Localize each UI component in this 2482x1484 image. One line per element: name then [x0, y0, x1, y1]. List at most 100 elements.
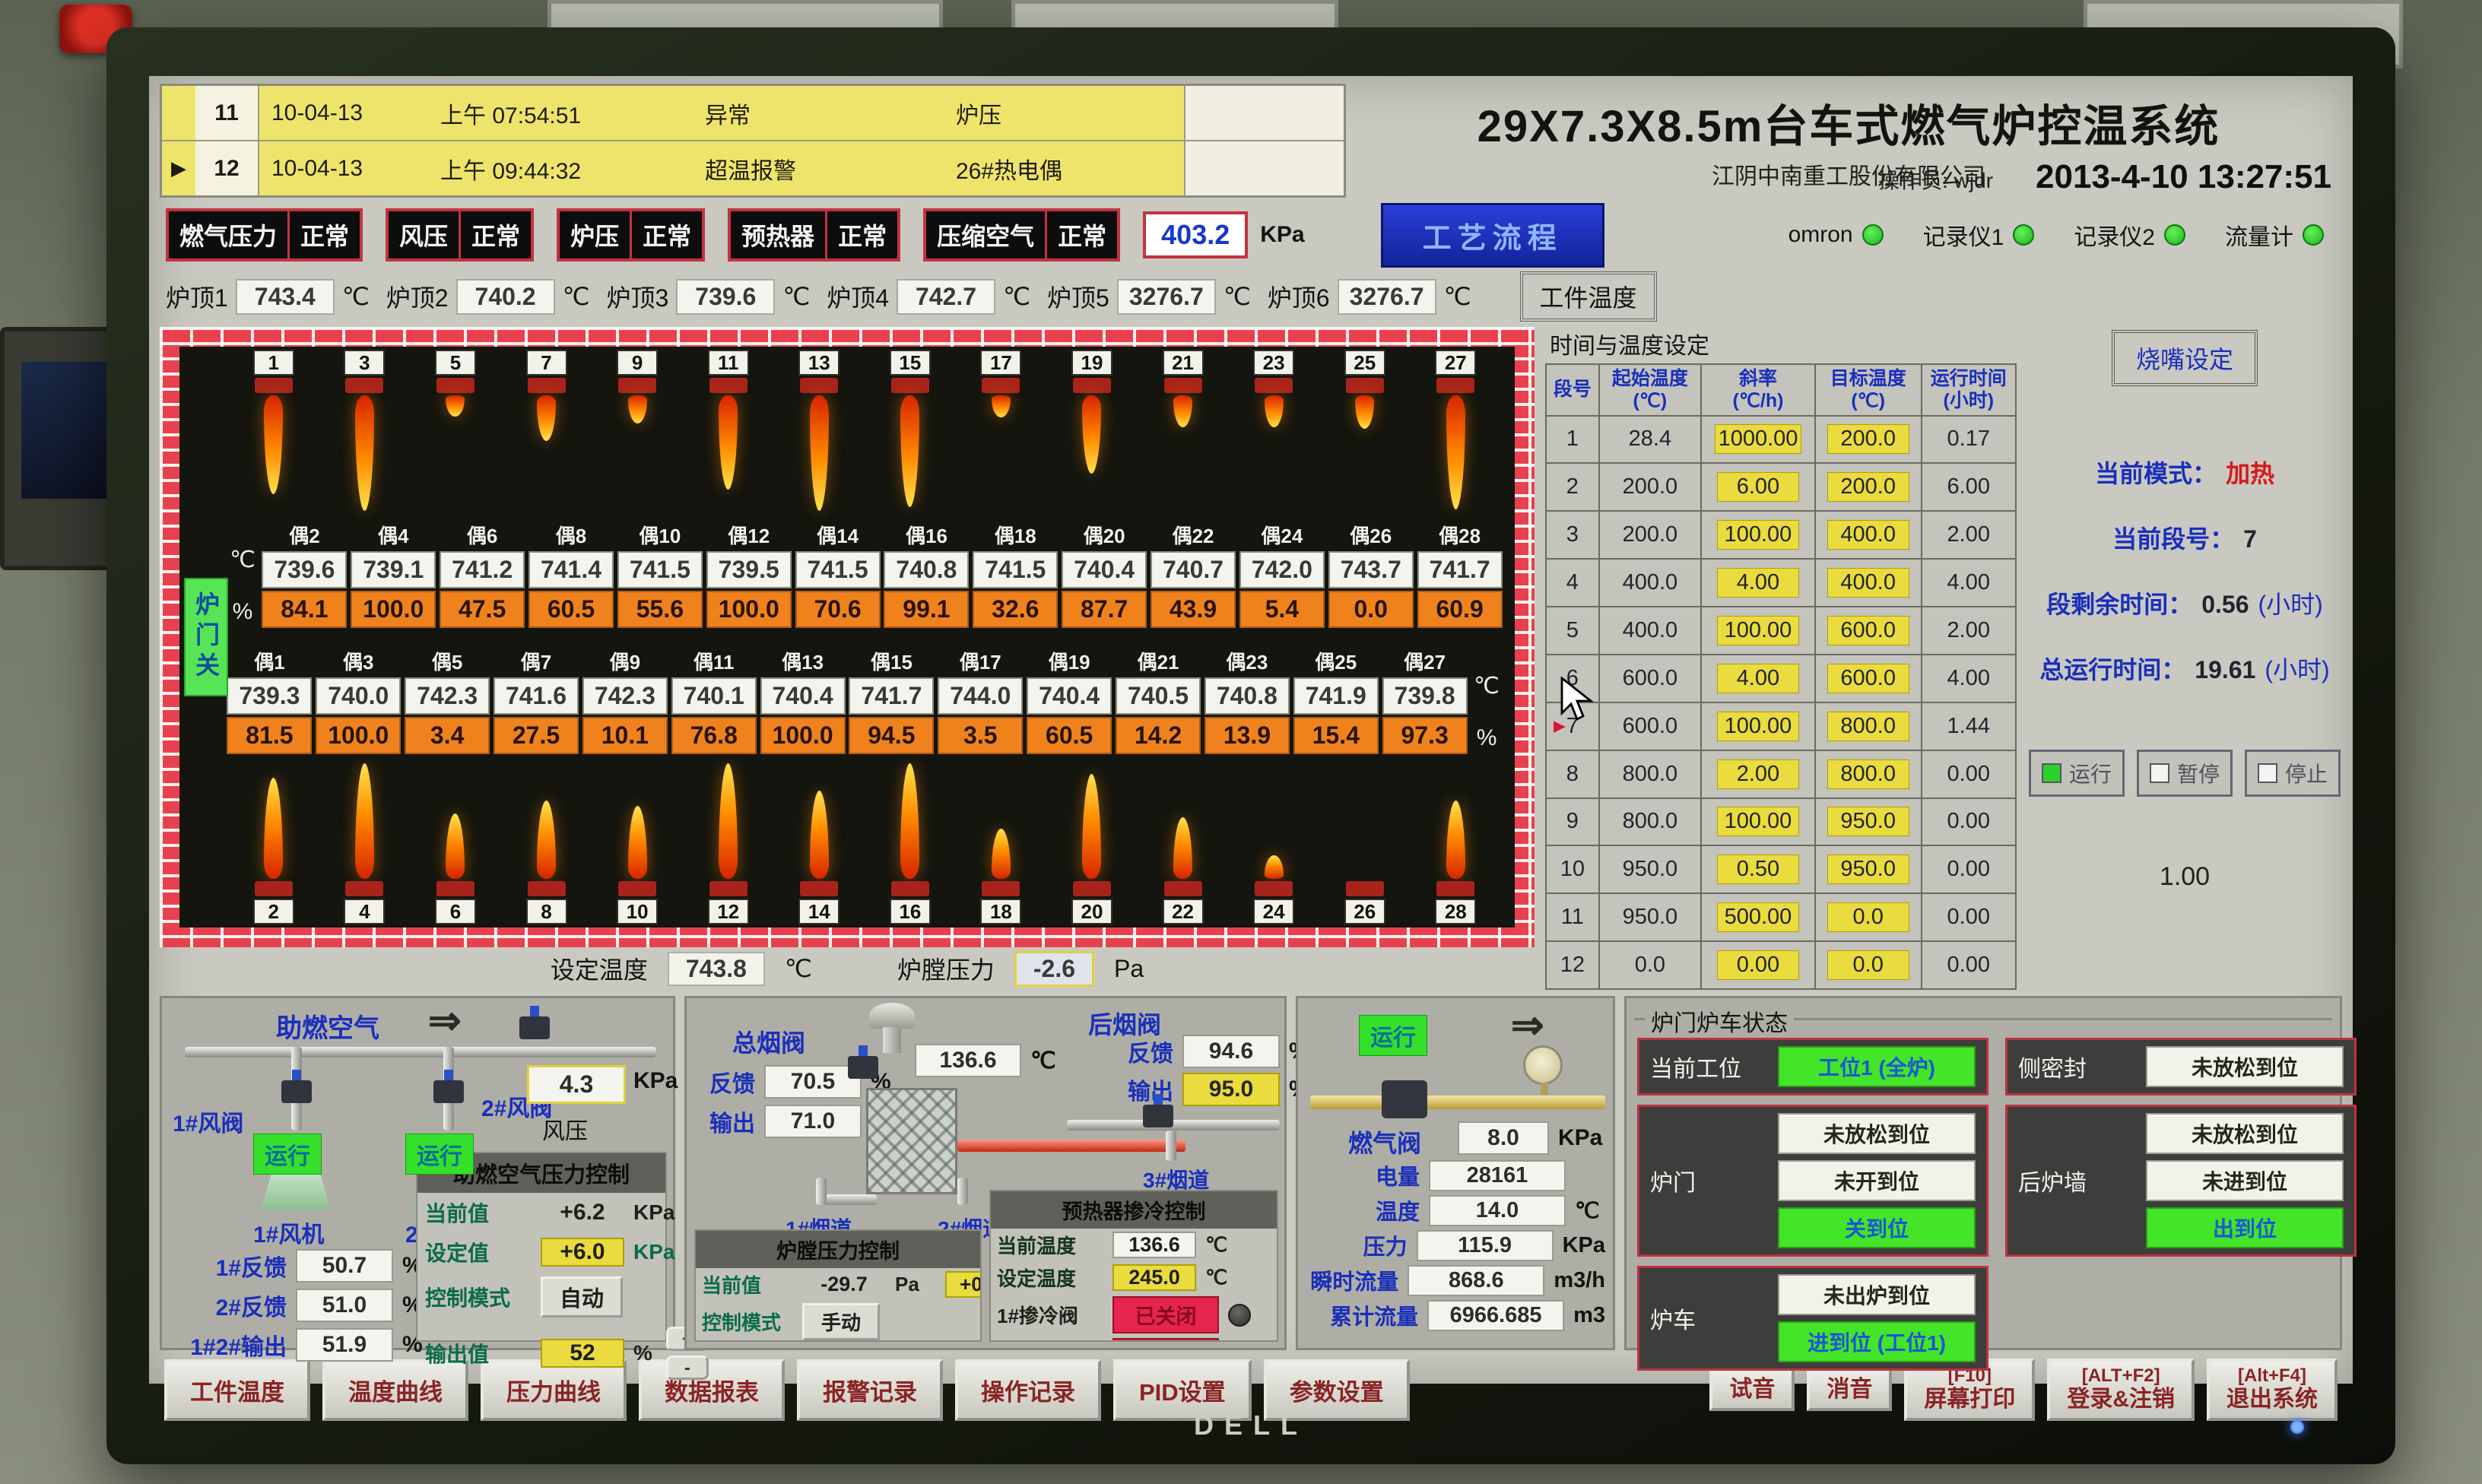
air-output-minus-button[interactable]: -	[666, 1356, 709, 1380]
ramp-rate-input[interactable]: 0.50	[1717, 855, 1799, 884]
precool-set-temp[interactable]: 245.0	[1112, 1264, 1196, 1291]
precool-valve1-dial-icon[interactable]	[1228, 1304, 1251, 1327]
thermocouple-label: 偶20	[1084, 521, 1125, 549]
burner-number: 18	[980, 899, 1021, 924]
output-percent: 32.6	[973, 591, 1058, 628]
run-button[interactable]: 运行	[2029, 750, 2125, 797]
wind-pressure-label: 风压	[542, 1112, 588, 1146]
target-temp-input[interactable]: 0.0	[1827, 902, 1909, 932]
schedule-row: 11950.0500.000.00.00	[1546, 893, 2016, 941]
ramp-rate-input[interactable]: 100.00	[1717, 712, 1799, 741]
target-temp-input[interactable]: 0.0	[1827, 950, 1909, 980]
target-temp-input[interactable]: 600.0	[1827, 616, 1909, 645]
target-temp-input[interactable]: 800.0	[1827, 759, 1909, 789]
status-indicator: 燃气压力正常	[166, 208, 363, 262]
target-temp-input[interactable]: 200.0	[1827, 472, 1909, 502]
unit-labels: ℃%	[1469, 650, 1504, 751]
target-temp-input[interactable]: 800.0	[1827, 712, 1909, 741]
schedule-row: ►7600.0100.00800.01.44	[1546, 702, 2016, 750]
target-temp-input[interactable]: 950.0	[1827, 807, 1909, 836]
thermocouple-label: 偶10	[639, 521, 681, 549]
status-indicator: 压缩空气正常	[923, 208, 1120, 262]
nav-button[interactable]: 操作记录	[955, 1359, 1101, 1421]
alarm-list[interactable]: 1110-04-13上午 07:54:51异常炉压▶1210-04-13上午 0…	[160, 84, 1346, 198]
target-temp: 400.0	[1815, 511, 1922, 559]
fan2-run-badge: 运行	[405, 1134, 474, 1175]
precool-valve2-state: 已关闭	[1112, 1338, 1219, 1342]
ramp-rate-input[interactable]: 500.00	[1717, 902, 1799, 932]
duct-pipe	[957, 1178, 968, 1205]
burner-top: 3	[319, 350, 411, 511]
gas-flow-arrow-icon: ⇒	[1511, 1006, 1544, 1045]
ramp-rate-input[interactable]: 100.00	[1717, 616, 1799, 645]
piece-temp-button[interactable]: 工件温度	[1520, 271, 1657, 322]
temp-value: 740.5	[1116, 677, 1201, 715]
air-ctrl-output[interactable]: 52	[541, 1339, 624, 1368]
gas-measurements: 电量28161温度14.0℃压力115.9KPa瞬时流量868.6m3/h累计流…	[1306, 1159, 1605, 1331]
air-main-valve-icon	[519, 1016, 550, 1039]
segment-number: 10	[1546, 845, 1599, 893]
ramp-rate-input[interactable]: 100.00	[1717, 520, 1799, 550]
ramp-rate-input[interactable]: 100.00	[1717, 807, 1799, 836]
temp-value: 739.3	[227, 677, 312, 715]
start-temp: 950.0	[1599, 893, 1701, 941]
target-temp-input[interactable]: 400.0	[1827, 520, 1909, 550]
flame-icon	[264, 395, 283, 494]
pause-button[interactable]: 暂停	[2137, 750, 2233, 797]
output-percent: 84.1	[262, 591, 347, 628]
process-flow-button[interactable]: 工艺流程	[1381, 203, 1604, 268]
system-button[interactable]: [Alt+F4]退出系统	[2207, 1359, 2338, 1421]
system-button[interactable]: 消音	[1807, 1368, 1892, 1411]
burner-bottom: 10	[592, 763, 683, 924]
target-temp: 950.0	[1815, 845, 1922, 893]
output-percent: 100.0	[316, 717, 401, 754]
output-percent: 55.6	[617, 591, 703, 628]
air-ctrl-setpoint[interactable]: +6.0	[541, 1238, 624, 1267]
flame-icon	[992, 829, 1011, 879]
burner-settings-button[interactable]: 烧嘴设定	[2112, 330, 2258, 386]
ramp-rate-input[interactable]: 6.00	[1717, 472, 1799, 502]
target-temp-input[interactable]: 200.0	[1827, 424, 1909, 454]
output-percent: 100.0	[760, 717, 846, 754]
gas-measure-value: 868.6	[1408, 1265, 1544, 1296]
ramp-rate-input[interactable]: 4.00	[1717, 664, 1799, 693]
ramp-rate-input[interactable]: 0.00	[1717, 950, 1799, 980]
burner-bottom: 20	[1046, 763, 1138, 924]
system-button[interactable]: [ALT+F2]登录&注销	[2047, 1359, 2195, 1421]
burner-block-icon	[345, 378, 383, 393]
thermocouple-odd: 偶21740.514.2	[1114, 647, 1203, 754]
chamber-ctrl-mode-button[interactable]: 手动	[802, 1303, 880, 1340]
stop-button[interactable]: 停止	[2245, 750, 2341, 797]
door-car-status-panel: 炉门炉车状态 当前工位工位1 (全炉)炉门未放松到位未开到位关到位炉车未出炉到位…	[1624, 996, 2342, 1350]
alarm-row[interactable]: ▶1210-04-13上午 09:44:32超温报警26#热电偶	[162, 141, 1344, 195]
chamber-ctrl-current: -29.7	[802, 1273, 886, 1296]
thermocouple-label: 偶8	[556, 521, 586, 549]
flame-icon	[1265, 855, 1284, 879]
chamber-ctrl-setpoint[interactable]: +0.0	[945, 1271, 982, 1298]
ramp-rate-input[interactable]: 2.00	[1717, 759, 1799, 789]
temp-value: 741.4	[528, 551, 614, 588]
ramp-rate-input[interactable]: 4.00	[1717, 568, 1799, 598]
burner-block-icon	[436, 881, 474, 896]
nav-button[interactable]: 工件温度	[164, 1359, 310, 1421]
target-temp-input[interactable]: 600.0	[1827, 664, 1909, 693]
alarm-row[interactable]: 1110-04-13上午 07:54:51异常炉压	[162, 86, 1344, 141]
output-percent: 60.5	[528, 591, 614, 628]
output-percent: 13.9	[1204, 717, 1290, 754]
ramp-rate-input[interactable]: 1000.00	[1715, 424, 1802, 454]
temp-value: 740.8	[884, 551, 969, 588]
nav-button[interactable]: 报警记录	[797, 1359, 943, 1421]
burner-block-icon	[1436, 378, 1474, 393]
target-temp-input[interactable]: 400.0	[1827, 568, 1909, 598]
thermocouple-label: 偶26	[1350, 521, 1392, 549]
furnace-door-tab: 炉门关	[184, 578, 228, 696]
air-ctrl-mode-button[interactable]: 自动	[541, 1276, 623, 1318]
furnace-view: 炉门关 13579111315171921232527 ℃%偶2739.684.…	[160, 327, 1535, 990]
furnace-brick-border: 炉门关 13579111315171921232527 ℃%偶2739.684.…	[160, 327, 1535, 947]
output-percent: 87.7	[1062, 591, 1147, 628]
system-button[interactable]: 试音	[1709, 1368, 1795, 1411]
gas-valve-label: 燃气阀	[1348, 1124, 1421, 1159]
target-temp-input[interactable]: 950.0	[1827, 855, 1909, 884]
output-percent: 43.9	[1151, 591, 1236, 628]
burner-bottom: 14	[773, 763, 865, 924]
